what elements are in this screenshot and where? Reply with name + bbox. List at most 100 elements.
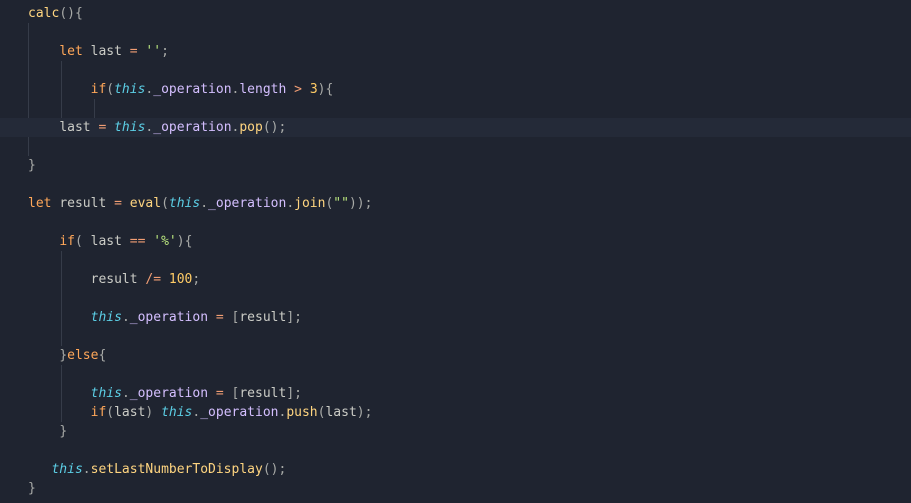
token-punc: ( (106, 405, 114, 420)
code-line[interactable]: this._operation = [result]; (0, 384, 911, 403)
token-punc: ] (286, 310, 294, 325)
token-fnname: push (286, 405, 317, 420)
code-line[interactable] (0, 61, 911, 80)
indent-guide (61, 80, 62, 99)
token-punc: )) (349, 196, 365, 211)
token-prop: _operation (130, 310, 208, 325)
code-line[interactable]: this.setLastNumberToDisplay(); (0, 460, 911, 479)
code-line[interactable]: last = this._operation.pop(); (0, 118, 911, 137)
code-line[interactable] (0, 23, 911, 42)
code-line[interactable] (0, 365, 911, 384)
token-punc: . (122, 310, 130, 325)
code-editor[interactable]: calc(){ let last = ''; if(this._operatio… (0, 0, 911, 498)
indent-guide (61, 365, 62, 384)
token-punc: } (59, 424, 67, 439)
token-kw: if (91, 82, 107, 97)
token-op: > (294, 82, 302, 97)
indent-guide (61, 384, 62, 403)
indent-guide (28, 61, 29, 80)
token-punc: . (286, 196, 294, 211)
token-punc: { (75, 6, 83, 21)
token-punc: { (325, 82, 333, 97)
token-punc: } (28, 158, 36, 173)
token-fnname: setLastNumberToDisplay (91, 462, 263, 477)
token-fnname: pop (239, 120, 262, 135)
token-punc: { (98, 348, 106, 363)
code-line[interactable]: result /= 100; (0, 270, 911, 289)
code-line[interactable] (0, 137, 911, 156)
token-prop: _operation (153, 120, 231, 135)
code-line[interactable]: }else{ (0, 346, 911, 365)
indent-guide (61, 308, 62, 327)
token-kw: let (28, 196, 51, 211)
token-op: /= (145, 272, 161, 287)
token-var: result (59, 196, 106, 211)
code-line[interactable]: calc(){ (0, 4, 911, 23)
indent-guide (61, 99, 62, 118)
token-fnname: calc (28, 6, 59, 21)
token-prop: _operation (200, 405, 278, 420)
token-str: "" (333, 196, 349, 211)
indent-guide (28, 99, 29, 118)
token-kw: if (91, 405, 107, 420)
token-str: '%' (153, 234, 176, 249)
token-var: last (59, 120, 90, 135)
code-line[interactable]: let last = ''; (0, 42, 911, 61)
indent-guide (61, 327, 62, 346)
token-prop: _operation (208, 196, 286, 211)
code-line[interactable] (0, 289, 911, 308)
token-prop: _operation (130, 386, 208, 401)
token-op: = (98, 120, 106, 135)
token-punc: } (59, 348, 67, 363)
code-line[interactable]: this._operation = [result]; (0, 308, 911, 327)
code-line[interactable] (0, 251, 911, 270)
token-kw: else (67, 348, 98, 363)
code-line[interactable] (0, 213, 911, 232)
token-this: this (91, 310, 122, 325)
token-num: 3 (310, 82, 318, 97)
code-line[interactable]: if(this._operation.length > 3){ (0, 80, 911, 99)
code-line[interactable] (0, 327, 911, 346)
token-punc: () (263, 120, 279, 135)
indent-guide (61, 251, 62, 270)
indent-guide (28, 137, 29, 156)
token-op: = (216, 310, 224, 325)
token-op: = (114, 196, 122, 211)
token-punc: ; (294, 386, 302, 401)
token-punc: ) (145, 405, 153, 420)
indent-guide (28, 23, 29, 42)
token-this: this (169, 196, 200, 211)
token-var: last (325, 405, 356, 420)
indent-guide (28, 80, 29, 99)
indent-guide (61, 61, 62, 80)
code-line[interactable]: } (0, 422, 911, 441)
token-op: = (216, 386, 224, 401)
token-punc: ( (161, 196, 169, 211)
code-line[interactable] (0, 99, 911, 118)
code-line[interactable]: let result = eval(this._operation.join("… (0, 194, 911, 213)
token-punc: ; (365, 196, 373, 211)
token-var: last (91, 234, 122, 249)
code-line[interactable] (0, 175, 911, 194)
token-prop: length (239, 82, 286, 97)
token-op: = (130, 44, 138, 59)
indent-guide (94, 99, 95, 118)
code-line[interactable]: if(last) this._operation.push(last); (0, 403, 911, 422)
token-var: last (114, 405, 145, 420)
token-punc: ) (177, 234, 185, 249)
token-str: '' (145, 44, 161, 59)
token-punc: () (59, 6, 75, 21)
code-line[interactable]: } (0, 156, 911, 175)
token-punc: ; (279, 120, 287, 135)
indent-guide (28, 42, 29, 61)
code-line[interactable] (0, 441, 911, 460)
token-var: result (91, 272, 138, 287)
token-punc: ; (278, 462, 286, 477)
token-punc: } (28, 481, 36, 496)
code-line[interactable]: if( last == '%'){ (0, 232, 911, 251)
token-punc: ; (192, 272, 200, 287)
code-line[interactable]: } (0, 479, 911, 498)
token-this: this (161, 405, 192, 420)
token-punc: ; (161, 44, 169, 59)
token-this: this (91, 386, 122, 401)
